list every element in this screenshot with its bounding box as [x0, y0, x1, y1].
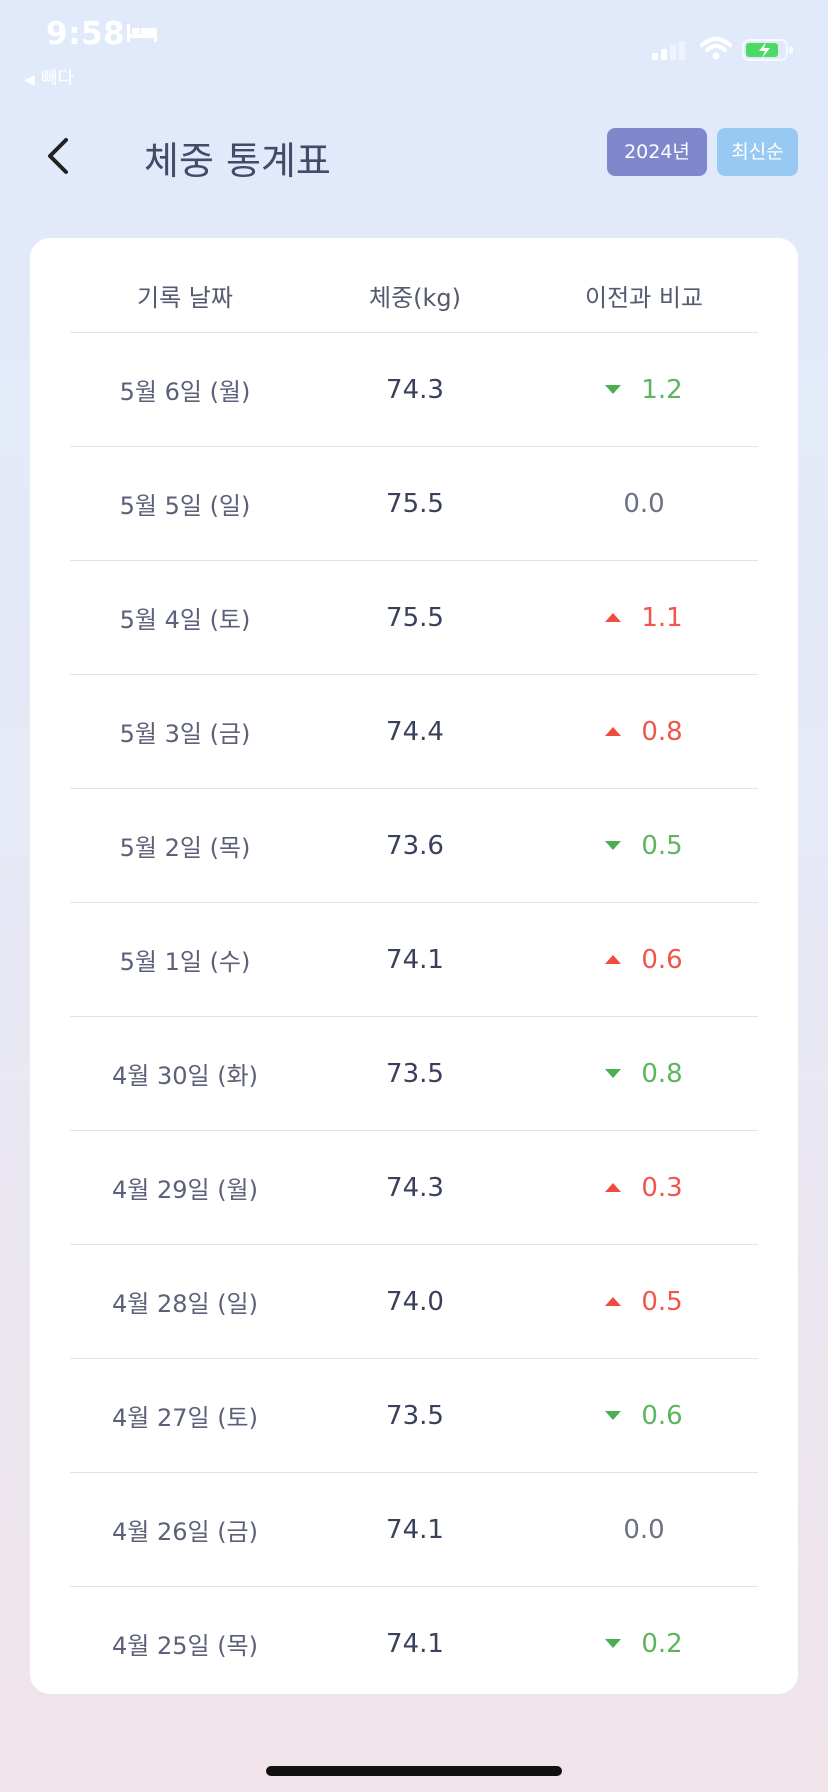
- sort-order-button[interactable]: 최신순: [717, 128, 798, 176]
- page-header: 체중 통계표 2024년 최신순: [0, 120, 828, 190]
- row-diff-value: 1.1: [641, 602, 683, 633]
- row-weight: 74.1: [386, 1514, 444, 1545]
- row-compare: 0.8: [530, 1017, 758, 1130]
- row-diff-value: 0.0: [623, 488, 665, 519]
- page-title: 체중 통계표: [144, 139, 331, 183]
- row-diff-value: 0.8: [641, 716, 683, 747]
- header-compare: 이전과 비교: [584, 284, 704, 312]
- table-row: 5월 1일 (수) 74.1 0.6: [70, 903, 758, 1017]
- weight-stats-card: 기록 날짜 체중(kg) 이전과 비교 5월 6일 (월) 74.3 1.2 5월 5…: [30, 238, 798, 1694]
- decrease-arrow-icon: [605, 385, 622, 394]
- battery-charging-icon: [742, 39, 793, 61]
- row-diff-value: 0.2: [641, 1628, 683, 1659]
- increase-arrow-icon: [605, 727, 622, 736]
- back-chevron-icon[interactable]: [38, 128, 78, 184]
- table-row: 4월 30일 (화) 73.5 0.8: [70, 1017, 758, 1131]
- row-weight: 74.4: [386, 716, 444, 747]
- row-date: 4월 29일 (월): [111, 1176, 259, 1204]
- row-diff-value: 0.3: [641, 1172, 683, 1203]
- cellular-signal-icon: [652, 41, 685, 60]
- row-date: 5월 3일 (금): [119, 720, 251, 748]
- row-weight: 73.5: [386, 1400, 444, 1431]
- table-row: 5월 6일 (월) 74.3 1.2: [70, 333, 758, 447]
- row-date: 4월 30일 (화): [111, 1062, 259, 1090]
- status-bar: 9:58 ◀ 빼다: [0, 0, 828, 90]
- back-to-app-link[interactable]: ◀ 빼다: [24, 64, 74, 90]
- row-date: 5월 1일 (수): [119, 948, 251, 976]
- row-compare: 0.2: [530, 1587, 758, 1700]
- row-date: 5월 5일 (일): [119, 492, 251, 520]
- home-indicator[interactable]: [266, 1766, 562, 1776]
- table-row: 5월 5일 (일) 75.5 0.0: [70, 447, 758, 561]
- header-weight: 체중(kg): [368, 284, 462, 312]
- row-compare: 0.6: [530, 1359, 758, 1472]
- row-compare: 0.5: [530, 789, 758, 902]
- row-date: 5월 4일 (토): [119, 606, 251, 634]
- row-date: 4월 26일 (금): [111, 1518, 259, 1546]
- increase-arrow-icon: [605, 613, 622, 622]
- table-row: 4월 27일 (토) 73.5 0.6: [70, 1359, 758, 1473]
- table-row: 5월 3일 (금) 74.4 0.8: [70, 675, 758, 789]
- row-diff-value: 1.2: [641, 374, 683, 405]
- back-triangle-icon: ◀: [24, 72, 35, 88]
- row-date: 4월 25일 (목): [111, 1632, 259, 1660]
- row-compare: 0.5: [530, 1245, 758, 1358]
- table-row: 4월 29일 (월) 74.3 0.3: [70, 1131, 758, 1245]
- increase-arrow-icon: [605, 955, 622, 964]
- row-date: 4월 27일 (토): [111, 1404, 259, 1432]
- table-body: 5월 6일 (월) 74.3 1.2 5월 5일 (일) 75.5 0.0 5월 4일 (토…: [70, 333, 758, 1700]
- row-diff-value: 0.6: [641, 1400, 683, 1431]
- row-compare: 0.3: [530, 1131, 758, 1244]
- decrease-arrow-icon: [605, 841, 622, 850]
- row-compare: 1.2: [530, 333, 758, 446]
- table-header: 기록 날짜 체중(kg) 이전과 비교: [70, 238, 758, 333]
- row-weight: 74.3: [386, 1172, 444, 1203]
- table-row: 4월 28일 (일) 74.0 0.5: [70, 1245, 758, 1359]
- row-weight: 75.5: [386, 602, 444, 633]
- row-date: 5월 2일 (목): [119, 834, 251, 862]
- increase-arrow-icon: [605, 1297, 622, 1306]
- table-row: 4월 25일 (목) 74.1 0.2: [70, 1587, 758, 1700]
- row-weight: 75.5: [386, 488, 444, 519]
- row-weight: 74.3: [386, 374, 444, 405]
- decrease-arrow-icon: [605, 1411, 622, 1420]
- row-diff-value: 0.8: [641, 1058, 683, 1089]
- row-weight: 74.1: [386, 1628, 444, 1659]
- row-compare: 0.0: [530, 1473, 758, 1586]
- row-weight: 74.1: [386, 944, 444, 975]
- row-diff-value: 0.5: [641, 1286, 683, 1317]
- row-compare: 0.8: [530, 675, 758, 788]
- table-row: 4월 26일 (금) 74.1 0.0: [70, 1473, 758, 1587]
- decrease-arrow-icon: [605, 1069, 622, 1078]
- increase-arrow-icon: [605, 1183, 622, 1192]
- row-diff-value: 0.6: [641, 944, 683, 975]
- row-weight: 74.0: [386, 1286, 444, 1317]
- header-date: 기록 날짜: [137, 284, 233, 312]
- row-date: 4월 28일 (일): [111, 1290, 259, 1318]
- row-diff-value: 0.0: [623, 1514, 665, 1545]
- back-app-label: 빼다: [40, 68, 74, 89]
- row-weight: 73.5: [386, 1058, 444, 1089]
- row-compare: 0.0: [530, 447, 758, 560]
- row-compare: 1.1: [530, 561, 758, 674]
- table-row: 5월 2일 (목) 73.6 0.5: [70, 789, 758, 903]
- row-weight: 73.6: [386, 830, 444, 861]
- status-time: 9:58: [46, 16, 126, 52]
- decrease-arrow-icon: [605, 1639, 622, 1648]
- row-diff-value: 0.5: [641, 830, 683, 861]
- row-date: 5월 6일 (월): [119, 378, 251, 406]
- wifi-icon: [700, 37, 732, 60]
- row-compare: 0.6: [530, 903, 758, 1016]
- sleep-mode-icon: [127, 24, 157, 42]
- table-row: 5월 4일 (토) 75.5 1.1: [70, 561, 758, 675]
- year-filter-button[interactable]: 2024년: [607, 128, 707, 176]
